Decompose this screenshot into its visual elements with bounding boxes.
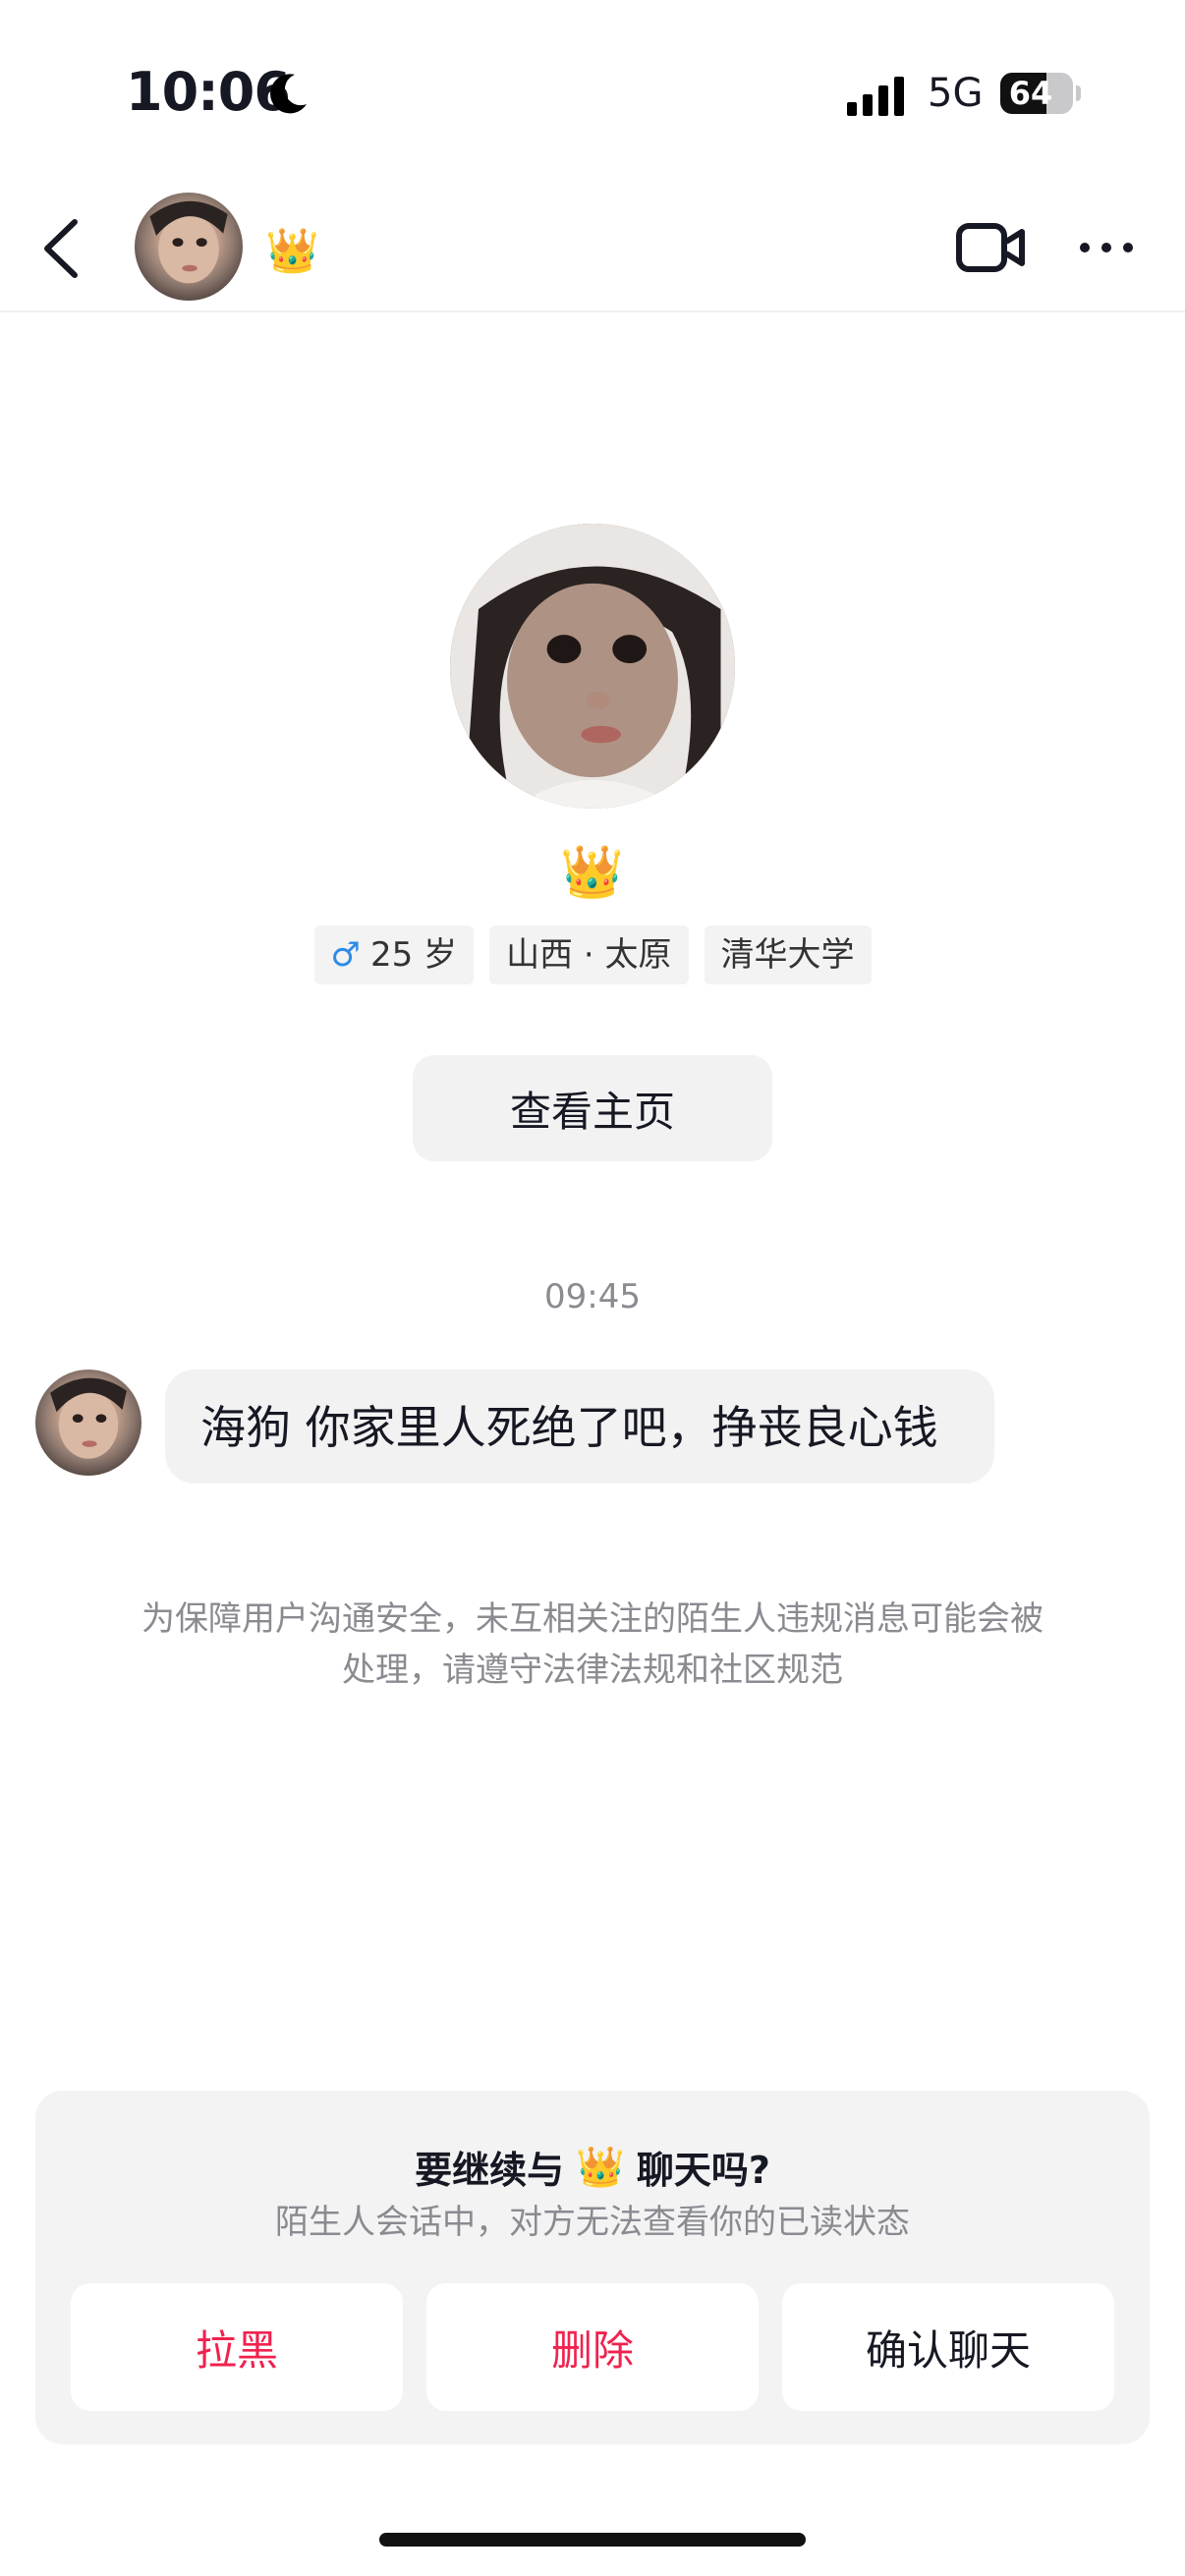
safety-notice: 为保障用户沟通安全，未互相关注的陌生人违规消息可能会被处理，请遵守法律法规和社区… bbox=[141, 1599, 1044, 1690]
profile-tags: ♂ 25 岁 山西 · 太原 清华大学 bbox=[0, 925, 1185, 984]
prompt-subtitle: 陌生人会话中，对方无法查看你的已读状态 bbox=[275, 2203, 910, 2242]
tag-age: ♂ 25 岁 bbox=[313, 925, 475, 984]
tag-location-label: 山西 · 太原 bbox=[506, 935, 672, 975]
home-indicator[interactable] bbox=[379, 2533, 806, 2547]
tag-school: 清华大学 bbox=[704, 925, 872, 984]
signal-icon bbox=[847, 77, 904, 116]
prompt-title-prefix: 要继续与 bbox=[415, 2149, 565, 2192]
tag-school-label: 清华大学 bbox=[720, 935, 855, 975]
profile-avatar[interactable] bbox=[450, 524, 735, 809]
battery-icon: 64 bbox=[1000, 73, 1081, 114]
message-sender-avatar[interactable] bbox=[35, 1370, 141, 1476]
profile-username-emoji: 👑 bbox=[560, 843, 624, 902]
header-avatar[interactable] bbox=[135, 193, 243, 301]
tag-location: 山西 · 太原 bbox=[489, 925, 689, 984]
block-button[interactable]: 拉黑 bbox=[71, 2283, 403, 2411]
moon-icon bbox=[270, 74, 307, 114]
network-label: 5G bbox=[928, 71, 984, 116]
message-timestamp: 09:45 bbox=[544, 1277, 641, 1316]
header-divider bbox=[0, 310, 1185, 312]
view-profile-button[interactable]: 查看主页 bbox=[413, 1055, 772, 1161]
prompt-title-suffix: 聊天吗? bbox=[636, 2149, 770, 2192]
stranger-chat-prompt: 要继续与 👑 聊天吗? 陌生人会话中，对方无法查看你的已读状态 拉黑 删除 确认… bbox=[35, 2091, 1150, 2444]
prompt-title: 要继续与 👑 聊天吗? bbox=[35, 2140, 1150, 2194]
battery-level: 64 bbox=[1008, 75, 1053, 112]
message-bubble[interactable]: 海狗 你家里人死绝了吧，挣丧良心钱 bbox=[165, 1370, 994, 1484]
delete-button[interactable]: 删除 bbox=[426, 2283, 759, 2411]
male-icon: ♂ bbox=[330, 935, 361, 975]
more-icon[interactable] bbox=[1077, 234, 1136, 261]
video-call-icon[interactable] bbox=[955, 220, 1028, 275]
prompt-title-emoji: 👑 bbox=[576, 2144, 625, 2190]
header-username-emoji: 👑 bbox=[265, 226, 319, 276]
back-icon[interactable] bbox=[35, 214, 90, 283]
confirm-chat-button[interactable]: 确认聊天 bbox=[782, 2283, 1114, 2411]
tag-age-label: 25 岁 bbox=[369, 935, 458, 975]
